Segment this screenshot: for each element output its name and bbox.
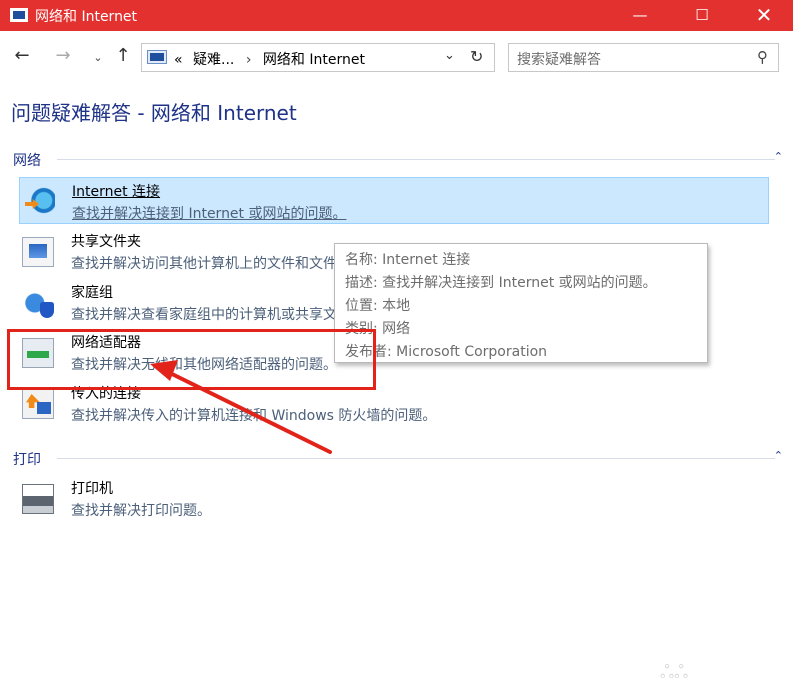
window-title: 网络和 Internet: [35, 9, 138, 25]
section-divider: [57, 458, 775, 459]
item-name[interactable]: 家庭组: [71, 282, 113, 302]
control-panel-icon: [147, 50, 167, 64]
back-button[interactable]: ←: [10, 45, 34, 66]
collapse-chevron-icon[interactable]: ⌃: [774, 150, 783, 163]
tooltip-description: 描述: 查找并解决连接到 Internet 或网站的问题。: [345, 275, 657, 291]
collapse-chevron-icon[interactable]: ⌃: [774, 449, 783, 462]
section-divider: [57, 159, 775, 160]
address-dropdown-icon[interactable]: ⌄: [444, 48, 455, 63]
breadcrumb-item-network[interactable]: 网络和 Internet: [263, 52, 365, 68]
breadcrumb-item-troubleshooting[interactable]: 疑难...: [193, 52, 234, 68]
close-button[interactable]: ✕: [733, 0, 793, 31]
navigation-bar: ← → ⌄ ↑ « 疑难... › 网络和 Internet ⌄ ↻ 搜索疑难解…: [0, 31, 793, 83]
window-app-icon: [10, 8, 28, 22]
search-box[interactable]: 搜索疑难解答 ⚲: [508, 43, 779, 72]
item-name[interactable]: Internet 连接: [72, 181, 160, 201]
forward-button[interactable]: →: [51, 45, 75, 66]
incoming-connection-icon: [22, 389, 54, 419]
title-bar: 网络和 Internet — ☐ ✕: [0, 0, 793, 31]
item-name[interactable]: 共享文件夹: [71, 231, 141, 251]
troubleshooter-internet-connection[interactable]: Internet 连接 查找并解决连接到 Internet 或网站的问题。: [19, 177, 769, 224]
item-description[interactable]: 查找并解决传入的计算机连接和 Windows 防火墙的问题。: [71, 405, 436, 425]
maximize-button[interactable]: ☐: [671, 0, 733, 31]
shared-folder-icon: [22, 237, 54, 267]
refresh-icon[interactable]: ↻: [470, 47, 483, 66]
breadcrumb-overflow[interactable]: «: [174, 52, 183, 68]
homegroup-icon: [22, 288, 54, 318]
page-title: 问题疑难解答 - 网络和 Internet: [11, 101, 297, 125]
section-label-printing: 打印: [13, 449, 51, 469]
address-bar[interactable]: « 疑难... › 网络和 Internet ⌄ ↻: [141, 43, 495, 72]
search-input[interactable]: 搜索疑难解答: [517, 49, 601, 69]
breadcrumb: « 疑难... › 网络和 Internet: [174, 49, 365, 69]
section-header-printing: 打印 ⌃: [13, 449, 783, 469]
item-description[interactable]: 查找并解决打印问题。: [71, 500, 211, 520]
breadcrumb-separator[interactable]: ›: [246, 52, 252, 68]
tooltip-name: 名称: Internet 连接: [345, 252, 471, 268]
annotation-highlight-box: [7, 329, 376, 390]
item-name[interactable]: 打印机: [71, 478, 113, 498]
section-label-network: 网络: [13, 150, 51, 170]
watermark: ஃஃ: [660, 662, 689, 683]
internet-connection-icon: [23, 187, 55, 217]
section-header-network: 网络 ⌃: [13, 150, 783, 170]
printer-icon: [22, 484, 54, 514]
search-icon[interactable]: ⚲: [757, 48, 768, 66]
troubleshooter-printer[interactable]: 打印机 查找并解决打印问题。: [19, 475, 769, 522]
recent-locations-button[interactable]: ⌄: [86, 51, 110, 64]
item-tooltip: 名称: Internet 连接 描述: 查找并解决连接到 Internet 或网…: [334, 243, 708, 363]
minimize-button[interactable]: —: [609, 0, 671, 31]
item-description[interactable]: 查找并解决连接到 Internet 或网站的问题。: [72, 203, 347, 223]
tooltip-location: 位置: 本地: [345, 298, 411, 314]
up-button[interactable]: ↑: [111, 45, 135, 66]
